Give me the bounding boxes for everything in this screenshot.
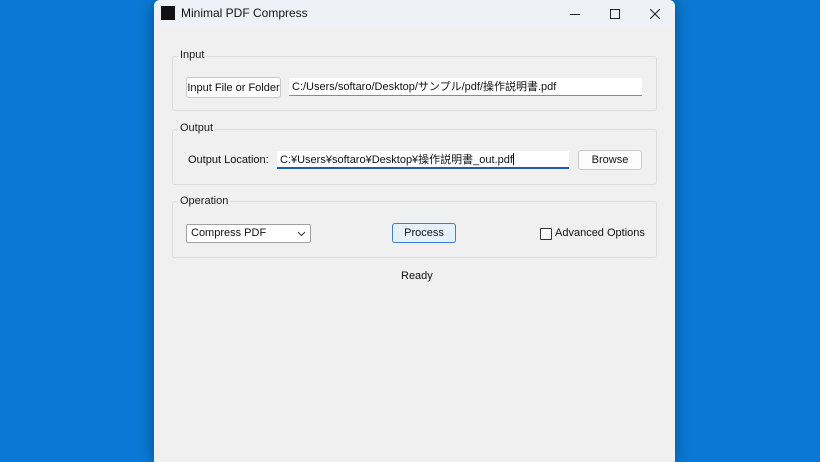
operation-select[interactable]: Compress PDF: [186, 224, 311, 243]
maximize-button[interactable]: [595, 0, 635, 27]
window-title: Minimal PDF Compress: [181, 6, 308, 20]
process-button[interactable]: Process: [392, 223, 456, 243]
operation-select-value: Compress PDF: [191, 227, 267, 239]
chevron-down-icon: [297, 231, 306, 237]
browse-button-label: Browse: [591, 154, 629, 166]
input-path-field[interactable]: C:/Users/softaro/Desktop/サンプル/pdf/操作説明書.…: [289, 78, 642, 96]
app-icon: [161, 6, 175, 20]
advanced-options-checkbox[interactable]: [540, 228, 552, 240]
operation-group-title: Operation: [178, 195, 231, 207]
input-file-button[interactable]: Input File or Folder: [186, 77, 281, 98]
minimize-button[interactable]: [555, 0, 595, 27]
input-group-title: Input: [178, 49, 207, 61]
minimize-icon: [570, 13, 580, 15]
close-button[interactable]: [635, 0, 675, 27]
title-bar[interactable]: Minimal PDF Compress: [154, 0, 675, 27]
browse-button[interactable]: Browse: [578, 150, 642, 170]
maximize-icon: [610, 8, 620, 19]
app-window: Minimal PDF Compress Input Input File or…: [154, 0, 675, 462]
input-file-button-label: Input File or Folder: [187, 81, 280, 94]
output-location-label: Output Location:: [188, 154, 269, 166]
process-button-label: Process: [404, 227, 444, 239]
output-group-title: Output: [178, 122, 216, 134]
output-location-field[interactable]: C:¥Users¥softaro¥Desktop¥操作説明書_out.pdf: [277, 151, 569, 169]
status-text: Ready: [401, 270, 433, 282]
advanced-options-label[interactable]: Advanced Options: [555, 227, 645, 239]
text-caret: [512, 153, 514, 165]
close-icon: [650, 8, 660, 19]
output-location-value: C:¥Users¥softaro¥Desktop¥操作説明書_out.pdf: [280, 154, 513, 166]
